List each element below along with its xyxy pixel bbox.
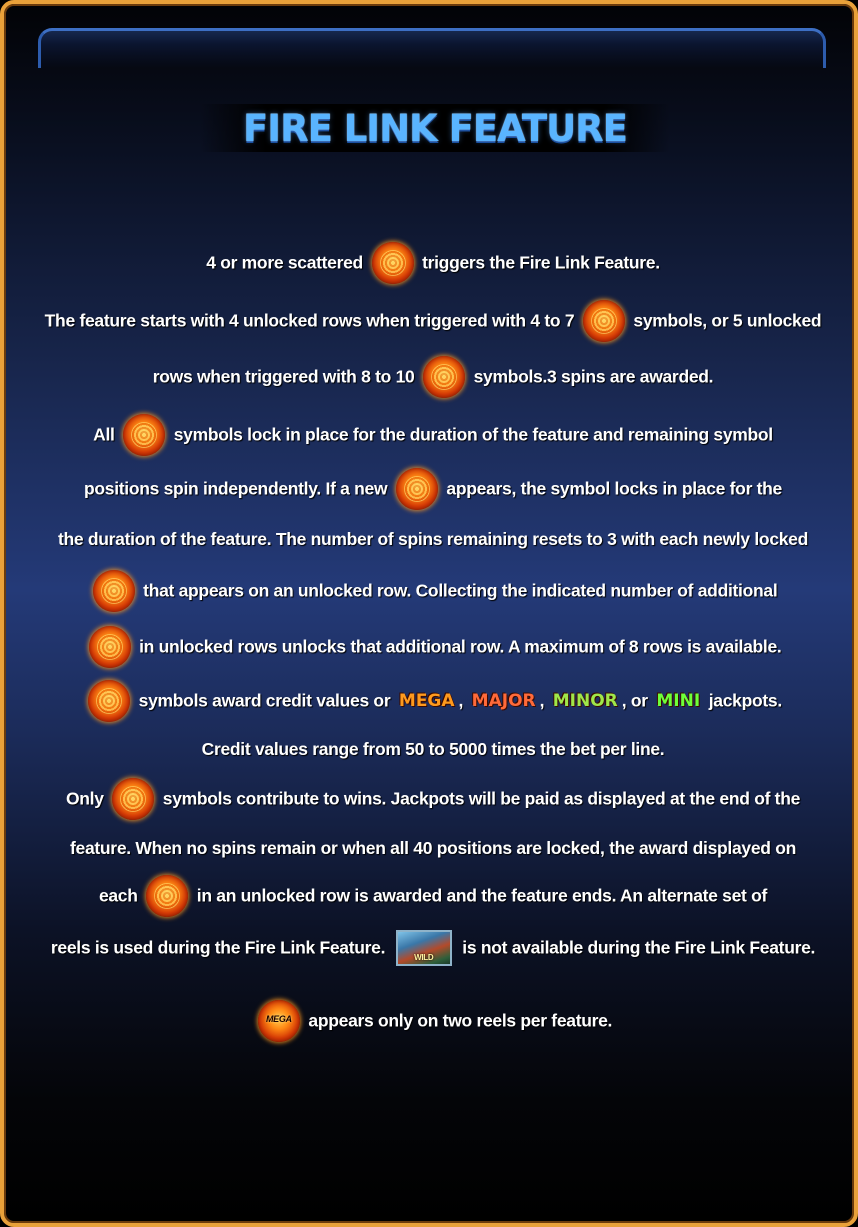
fireball-icon xyxy=(146,875,189,917)
fireball-icon xyxy=(371,242,414,284)
rule-line-10: Credit values range from 50 to 5000 time… xyxy=(4,738,854,760)
rule-line-3: rows when triggered with 8 to 10 symbols… xyxy=(4,356,854,398)
rule-text: positions spin independently. If a new xyxy=(83,478,388,499)
rule-text: in unlocked rows unlocks that additional… xyxy=(139,636,782,657)
rule-line-1: 4 or more scattered triggers the Fire Li… xyxy=(4,242,854,284)
rule-line-14: reels is used during the Fire Link Featu… xyxy=(4,930,854,966)
rule-text: feature. When no spins remain or when al… xyxy=(70,837,796,858)
rule-line-9: symbols award credit values or MEGA, MAJ… xyxy=(4,680,854,722)
rule-text: jackpots. xyxy=(708,690,782,711)
fireball-icon xyxy=(112,778,155,820)
fireball-icon xyxy=(423,356,466,398)
rule-line-2: The feature starts with 4 unlocked rows … xyxy=(4,300,854,342)
rule-line-5: positions spin independently. If a new a… xyxy=(4,468,854,510)
fireball-icon xyxy=(395,468,438,510)
fireball-icon xyxy=(88,680,131,722)
mega-jackpot-label: MEGA xyxy=(398,691,455,711)
rule-line-4: All symbols lock in place for the durati… xyxy=(4,414,854,456)
rule-text: triggers the Fire Link Feature. xyxy=(422,252,660,273)
rule-line-13: each in an unlocked row is awarded and t… xyxy=(4,875,854,917)
wild-label: WILD xyxy=(414,953,434,962)
rule-text: reels is used during the Fire Link Featu… xyxy=(50,937,386,958)
minor-jackpot-label: MINOR xyxy=(552,691,618,711)
mega-fireball-icon: MEGA xyxy=(257,1000,300,1042)
paytable-panel: FIRE LINK FEATURE 4 or more scattered tr… xyxy=(0,0,858,1227)
rule-text: 4 or more scattered xyxy=(206,252,363,273)
rule-line-6: the duration of the feature. The number … xyxy=(4,528,854,550)
rule-text: symbols contribute to wins. Jackpots wil… xyxy=(162,788,801,809)
rule-text: in an unlocked row is awarded and the fe… xyxy=(196,885,768,906)
fireball-icon xyxy=(92,570,135,612)
rule-text: the duration of the feature. The number … xyxy=(57,528,809,549)
rule-line-12: feature. When no spins remain or when al… xyxy=(4,837,854,859)
separator: , xyxy=(458,690,464,711)
rule-text: rows when triggered with 8 to 10 xyxy=(152,366,415,387)
rule-text: symbols award credit values or xyxy=(138,690,391,711)
separator: , or xyxy=(621,690,648,711)
rule-text: Credit values range from 50 to 5000 time… xyxy=(201,738,665,759)
panel-top-bar xyxy=(38,28,826,68)
rule-text: All xyxy=(93,424,115,445)
fireball-icon xyxy=(88,626,131,668)
rule-line-7: that appears on an unlocked row. Collect… xyxy=(4,570,854,612)
major-jackpot-label: MAJOR xyxy=(471,691,536,711)
mega-fireball-label: MEGA xyxy=(265,1014,292,1024)
page-title: FIRE LINK FEATURE xyxy=(243,107,628,150)
rule-text: is not available during the Fire Link Fe… xyxy=(462,937,816,958)
fireball-icon xyxy=(123,414,166,456)
rule-line-11: Only symbols contribute to wins. Jackpot… xyxy=(4,778,854,820)
rule-text: each xyxy=(98,885,138,906)
rule-text: symbols.3 spins are awarded. xyxy=(473,366,714,387)
mini-jackpot-label: MINI xyxy=(656,691,701,711)
separator: , xyxy=(539,690,545,711)
rule-text: that appears on an unlocked row. Collect… xyxy=(143,580,778,601)
rule-text: appears only on two reels per feature. xyxy=(308,1010,613,1031)
rule-text: symbols lock in place for the duration o… xyxy=(173,424,773,445)
rule-text: symbols, or 5 unlocked xyxy=(633,310,822,331)
rule-text: Only xyxy=(65,788,104,809)
rule-line-8: in unlocked rows unlocks that additional… xyxy=(4,626,854,668)
wild-symbol-icon: WILD xyxy=(395,930,452,966)
rule-line-15: MEGA appears only on two reels per featu… xyxy=(4,1000,854,1042)
rule-text: appears, the symbol locks in place for t… xyxy=(446,478,782,499)
rule-text: The feature starts with 4 unlocked rows … xyxy=(44,310,575,331)
fireball-icon xyxy=(582,300,625,342)
